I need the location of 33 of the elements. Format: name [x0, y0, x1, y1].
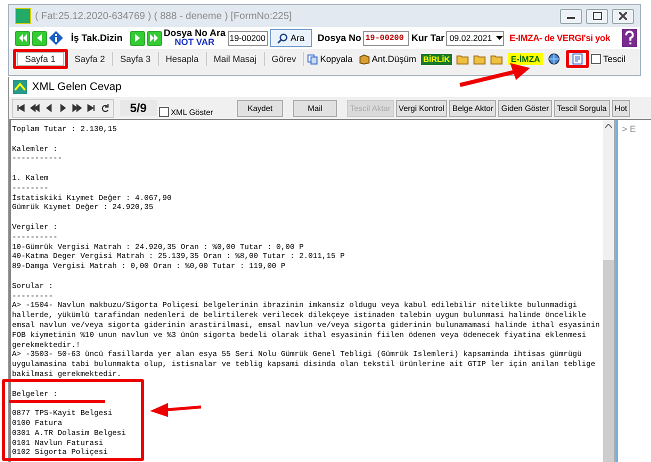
window-title: XML Gelen Cevap	[32, 81, 122, 93]
search-button[interactable]: Ara	[270, 29, 312, 47]
file-search-label: Dosya No Ara	[164, 29, 226, 38]
xml-toggle-checkbox[interactable]: XML Göster	[158, 99, 214, 117]
union-badge[interactable]: BİRLİK	[421, 54, 452, 64]
page-tab[interactable]: Sayfa 2	[68, 52, 114, 66]
page-tab[interactable]: Görev	[264, 52, 304, 66]
action-button[interactable]: Vergi Kontrol	[396, 100, 448, 116]
copy-button[interactable]: Kopyala	[304, 51, 356, 67]
note-label: NOT VAR	[174, 38, 214, 47]
page-tab[interactable]: Mail Masaj	[206, 52, 265, 66]
file-number-field[interactable]: 19-00200	[363, 30, 410, 46]
e-signature-button[interactable]: E-İMZA	[508, 53, 544, 65]
record-counter: 5/9	[120, 100, 157, 116]
window-title: ( Fat:25.12.2020-634769 ) ( 888 - deneme ) [FormNo:225]	[35, 10, 293, 22]
warning-text: E-IMZA- de VERGI'si yok	[509, 33, 612, 43]
register-checkbox[interactable]: Tescil	[591, 54, 626, 64]
file-number-label: Dosya No	[318, 32, 362, 44]
file-search-field[interactable]: 19-00200	[228, 30, 268, 46]
action-button[interactable]: Giden Göster	[498, 100, 552, 116]
action-button[interactable]: Kaydet	[237, 100, 284, 116]
page-tab[interactable]: Sayfa 1	[17, 52, 64, 66]
side-panel-text: > E	[616, 120, 651, 462]
action-button[interactable]: Belge Aktor	[449, 100, 496, 116]
action-button[interactable]: Tescil Sorgula	[554, 100, 610, 116]
job-directory-label[interactable]: İş Tak.Dizin	[71, 32, 123, 44]
action-button[interactable]: Hot	[612, 100, 630, 116]
rate-date-label: Kur Tar	[411, 32, 444, 44]
page-tab[interactable]: Sayfa 3	[113, 52, 159, 66]
rate-date-dropdown[interactable]: 09.02.2021	[446, 30, 504, 46]
deduction-button[interactable]: Ant.Düşüm	[356, 51, 420, 67]
action-button[interactable]: Mail	[293, 100, 338, 116]
page-tab[interactable]: Hesapla	[158, 52, 207, 66]
